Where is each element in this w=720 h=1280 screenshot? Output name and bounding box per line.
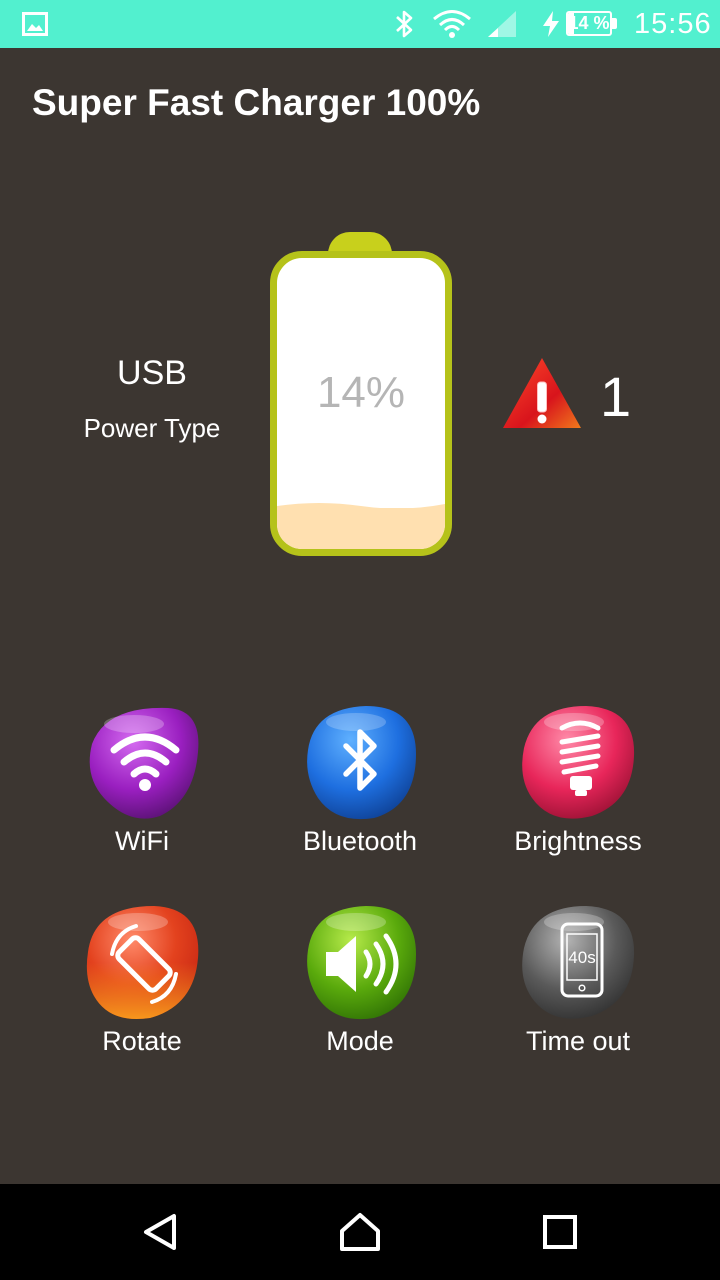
rotate-label: Rotate xyxy=(102,1026,182,1056)
charging-bolt-icon xyxy=(541,0,561,48)
speaker-icon xyxy=(300,902,420,1022)
timeout-value: 40s xyxy=(568,948,595,967)
battery-fill xyxy=(277,503,445,549)
status-bar: 14 % 15:56 xyxy=(0,0,720,48)
status-time: 15:56 xyxy=(634,7,712,40)
wifi-label: WiFi xyxy=(115,826,169,856)
timeout-label: Time out xyxy=(525,1026,631,1056)
recents-icon xyxy=(543,1215,577,1249)
brightness-toggle[interactable]: Brightness xyxy=(478,702,678,857)
rotate-icon xyxy=(82,902,202,1022)
wifi-icon xyxy=(82,702,202,822)
home-button[interactable] xyxy=(310,1184,410,1280)
warning-count: 1 xyxy=(600,365,632,428)
timeout-toggle[interactable]: 40s Time out xyxy=(478,902,678,1057)
back-icon xyxy=(144,1214,176,1250)
wifi-icon xyxy=(432,0,472,48)
battery-graphic: 14% xyxy=(270,251,452,556)
timeout-icon: 40s xyxy=(518,902,638,1022)
brightness-label: Brightness xyxy=(514,826,642,856)
power-type-value: USB xyxy=(117,354,187,392)
bulb-icon xyxy=(518,702,638,822)
battery-icon: 14 % xyxy=(566,11,612,36)
battery-percent-text: 14 % xyxy=(568,13,610,33)
bluetooth-toggle[interactable]: Bluetooth xyxy=(260,702,460,857)
recents-button[interactable] xyxy=(510,1184,610,1280)
power-type-label: Power Type xyxy=(83,413,221,443)
wifi-toggle[interactable]: WiFi xyxy=(42,702,242,857)
battery-level-text: 14% xyxy=(316,368,406,417)
cellular-signal-icon xyxy=(486,0,518,48)
app-title: Super Fast Charger 100% xyxy=(32,82,481,123)
rotate-toggle[interactable]: Rotate xyxy=(42,902,242,1057)
warning-icon[interactable] xyxy=(501,356,583,430)
back-button[interactable] xyxy=(110,1184,210,1280)
navigation-bar xyxy=(0,1184,720,1280)
mode-label: Mode xyxy=(326,1026,394,1056)
bluetooth-icon xyxy=(300,702,420,822)
bluetooth-label: Bluetooth xyxy=(302,826,418,856)
bluetooth-icon xyxy=(394,0,416,48)
home-icon xyxy=(340,1213,380,1251)
mode-toggle[interactable]: Mode xyxy=(260,902,460,1057)
battery-icon-nub xyxy=(612,18,617,29)
image-notification-icon xyxy=(22,0,48,48)
